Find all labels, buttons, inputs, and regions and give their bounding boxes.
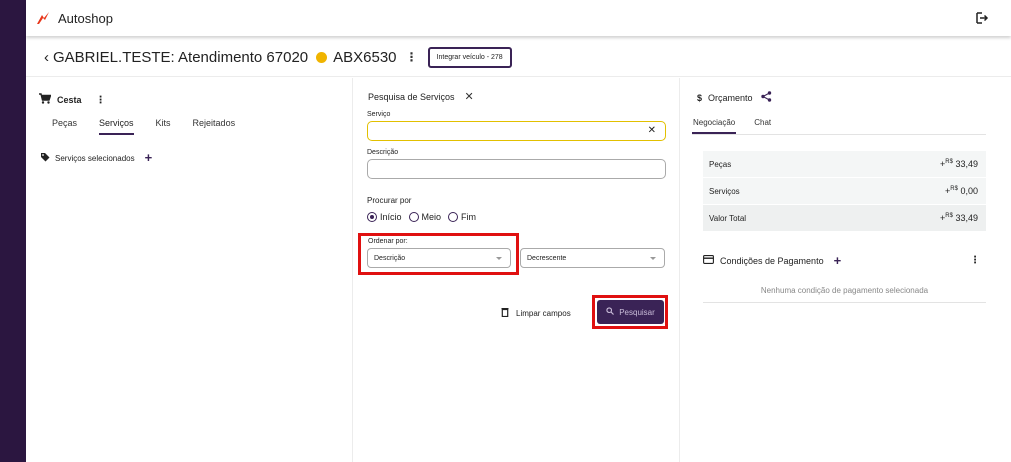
- budget-header: $ Orçamento: [697, 91, 772, 104]
- credit-card-icon: [703, 255, 714, 266]
- summary-amount: +R$ 33,49: [940, 213, 978, 223]
- summary-label: Valor Total: [709, 213, 747, 223]
- page-header: ‹ GABRIEL.TESTE: Atendimento 67020 ABX65…: [26, 38, 1011, 77]
- search-by-label: Procurar por: [367, 196, 412, 205]
- basket-tabs: Peças Serviços Kits Rejeitados: [52, 118, 257, 135]
- service-search-panel: Pesquisa de Serviços ✕ Serviço ✕ Descriç…: [354, 78, 680, 462]
- radio-meio-label: Meio: [421, 212, 442, 222]
- tab-kits[interactable]: Kits: [156, 118, 171, 135]
- header-menu-icon[interactable]: ⋮: [406, 50, 418, 64]
- service-field-label: Serviço: [367, 111, 391, 118]
- order-direction-select[interactable]: Decrescente: [520, 248, 665, 268]
- payment-menu-icon[interactable]: ⋮: [970, 255, 980, 266]
- back-button[interactable]: ‹: [44, 49, 49, 66]
- description-input[interactable]: [367, 159, 666, 179]
- add-payment-condition-button[interactable]: +: [834, 254, 842, 267]
- search-button[interactable]: Pesquisar: [597, 300, 664, 324]
- basket-menu-icon[interactable]: ⋮: [96, 95, 106, 106]
- description-field-label: Descrição: [367, 149, 399, 156]
- budget-title: Orçamento: [708, 92, 753, 103]
- app-title: Autoshop: [58, 10, 113, 26]
- budget-tabs: Negociação Chat: [692, 118, 789, 134]
- basket-header: Cesta ⋮: [39, 91, 106, 109]
- chevron-down-icon: [496, 257, 502, 260]
- add-service-button[interactable]: +: [145, 151, 153, 164]
- tag-icon: [40, 152, 50, 164]
- chevron-down-icon: [650, 257, 656, 260]
- summary-row-servicos: Serviços +R$ 0,00: [703, 178, 986, 205]
- search-header: Pesquisa de Serviços ✕: [368, 90, 474, 103]
- service-input[interactable]: ✕: [367, 121, 666, 141]
- top-bar: Autoshop: [26, 0, 1011, 36]
- payment-conditions-header: Condições de Pagamento + ⋮: [703, 254, 986, 267]
- trash-icon: [501, 307, 509, 319]
- vehicle-plate: ABX6530: [333, 48, 397, 66]
- search-button-label: Pesquisar: [619, 307, 655, 317]
- summary-amount: +R$ 0,00: [945, 186, 978, 196]
- clear-service-icon[interactable]: ✕: [648, 125, 656, 136]
- selected-services-label: Serviços selecionados: [55, 153, 135, 163]
- clear-fields-button[interactable]: Limpar campos: [501, 307, 571, 319]
- cart-icon: [39, 91, 52, 109]
- dollar-icon: $: [697, 92, 703, 103]
- tab-pecas[interactable]: Peças: [52, 118, 77, 135]
- summary-label: Serviços: [709, 186, 740, 196]
- basket-label: Cesta: [57, 95, 82, 105]
- order-by-value: Descrição: [374, 255, 406, 262]
- budget-summary: Peças +R$ 33,49 Serviços +R$ 0,00 Valor …: [703, 151, 986, 232]
- search-title: Pesquisa de Serviços: [368, 91, 455, 102]
- payment-conditions-label: Condições de Pagamento: [720, 255, 824, 266]
- basket-panel: Cesta ⋮ Peças Serviços Kits Rejeitados S…: [26, 78, 353, 462]
- radio-fim-label: Fim: [461, 212, 477, 222]
- radio-inicio-label: Início: [380, 212, 402, 222]
- budget-panel: $ Orçamento Negociação Chat Peças +R$ 33…: [681, 78, 1011, 462]
- summary-row-total: Valor Total +R$ 33,49: [703, 205, 986, 232]
- clear-fields-label: Limpar campos: [516, 308, 571, 318]
- order-by-label: Ordenar por:: [368, 238, 408, 245]
- tab-servicos[interactable]: Serviços: [99, 118, 134, 135]
- close-search-button[interactable]: ✕: [465, 90, 474, 103]
- app-sidebar: [0, 0, 26, 462]
- autoshop-logo-icon: [36, 11, 50, 25]
- search-icon: [606, 307, 615, 317]
- radio-inicio-circle[interactable]: [367, 212, 377, 222]
- tab-chat[interactable]: Chat: [754, 118, 771, 134]
- radio-fim[interactable]: Fim: [448, 212, 476, 222]
- search-by-options: Início Meio Fim: [367, 212, 483, 222]
- tab-rejeitados[interactable]: Rejeitados: [193, 118, 236, 135]
- tab-negociacao[interactable]: Negociação: [692, 118, 737, 134]
- summary-amount: +R$ 33,49: [940, 159, 978, 169]
- radio-meio-circle[interactable]: [408, 212, 419, 222]
- selected-services-row: Serviços selecionados +: [40, 151, 153, 164]
- radio-fim-circle[interactable]: [448, 212, 459, 222]
- tabs-divider: [692, 134, 986, 135]
- logout-icon[interactable]: [975, 11, 989, 25]
- page-title: GABRIEL.TESTE: Atendimento 67020: [53, 48, 309, 66]
- order-by-select[interactable]: Descrição: [367, 248, 511, 268]
- status-dot: [316, 51, 328, 63]
- radio-inicio[interactable]: Início: [367, 212, 402, 222]
- share-icon[interactable]: [760, 91, 772, 104]
- order-direction-value: Decrescente: [527, 255, 567, 262]
- summary-label: Peças: [709, 159, 732, 169]
- summary-row-pecas: Peças +R$ 33,49: [703, 151, 986, 178]
- integrate-vehicle-button[interactable]: Integrar veículo - 278: [427, 46, 512, 68]
- radio-meio[interactable]: Meio: [408, 212, 442, 222]
- empty-payment-message: Nenhuma condição de pagamento selecionad…: [703, 286, 986, 303]
